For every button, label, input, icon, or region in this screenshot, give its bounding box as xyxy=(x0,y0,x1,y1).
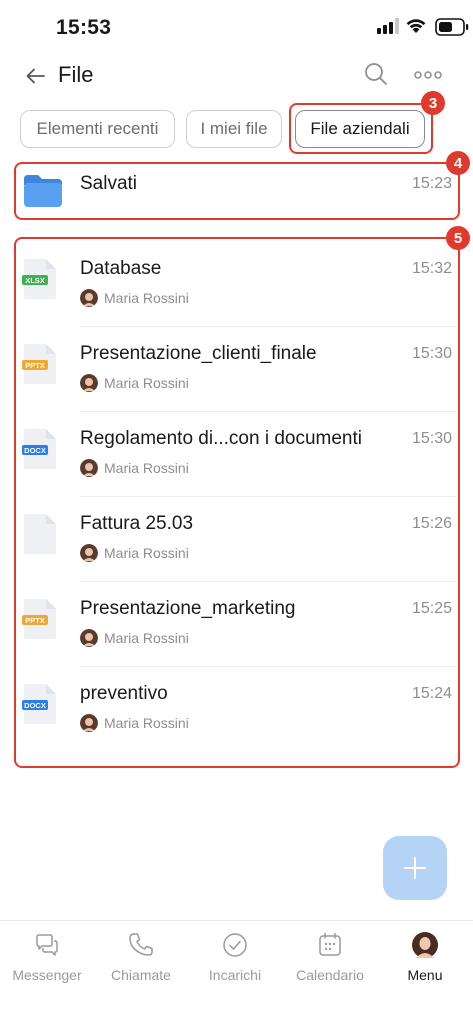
avatar xyxy=(80,544,98,562)
callout-badge-5: 5 xyxy=(446,226,470,250)
callout-badge-4: 4 xyxy=(446,151,470,175)
plus-icon xyxy=(404,857,426,879)
file-list: XLSX Database 15:32 Maria Rossini PPTX P… xyxy=(20,242,456,752)
file-row[interactable]: DOCX Regolamento di...con i documenti 15… xyxy=(20,412,456,497)
tab-recent-items[interactable]: Elementi recenti xyxy=(20,110,175,148)
docx-file-icon: DOCX xyxy=(22,684,56,724)
file-owner: Maria Rossini xyxy=(80,288,189,308)
header: File xyxy=(0,56,473,100)
owner-name: Maria Rossini xyxy=(104,630,189,646)
folder-icon xyxy=(24,175,62,207)
calendar-icon xyxy=(319,932,341,956)
file-name: Presentazione_marketing xyxy=(80,598,296,619)
svg-text:PPTX: PPTX xyxy=(25,361,45,370)
messenger-icon xyxy=(36,934,58,956)
nav-messenger[interactable]: Messenger xyxy=(0,931,94,991)
nav-calendar[interactable]: Calendario xyxy=(283,931,377,991)
battery-icon xyxy=(435,18,469,36)
svg-text:PPTX: PPTX xyxy=(25,616,45,625)
nav-calls[interactable]: Chiamate xyxy=(94,931,188,991)
tab-company-files[interactable]: File aziendali xyxy=(295,110,425,148)
file-name: Presentazione_clienti_finale xyxy=(80,343,317,364)
nav-label: Incarichi xyxy=(208,967,262,983)
file-row[interactable]: PPTX Presentazione_clienti_finale 15:30 … xyxy=(20,327,456,412)
bottom-nav: Messenger Chiamate Incarichi Calendario … xyxy=(0,920,473,1024)
nav-menu[interactable]: Menu xyxy=(378,931,472,991)
file-time: 15:25 xyxy=(411,600,452,617)
search-button[interactable] xyxy=(362,60,390,88)
file-time: 15:30 xyxy=(411,430,452,447)
page-title: File xyxy=(58,62,94,87)
file-row[interactable]: DOCX preventivo 15:24 Maria Rossini xyxy=(20,667,456,752)
owner-name: Maria Rossini xyxy=(104,290,189,306)
file-row[interactable]: Fattura 25.03 15:26 Maria Rossini xyxy=(20,497,456,582)
file-owner: Maria Rossini xyxy=(80,713,189,733)
pptx-file-icon: PPTX xyxy=(22,599,56,639)
wifi-icon xyxy=(406,19,426,33)
avatar xyxy=(80,714,98,732)
arrow-left-icon xyxy=(26,68,45,84)
file-owner: Maria Rossini xyxy=(80,458,189,478)
file-row[interactable]: XLSX Database 15:32 Maria Rossini xyxy=(20,242,456,327)
avatar xyxy=(80,629,98,647)
svg-text:DOCX: DOCX xyxy=(24,446,46,455)
folder-time: 15:23 xyxy=(411,175,452,192)
docx-file-icon: DOCX xyxy=(22,429,56,469)
nav-tasks[interactable]: Incarichi xyxy=(188,931,282,991)
svg-text:DOCX: DOCX xyxy=(24,701,46,710)
file-time: 15:24 xyxy=(411,685,452,702)
file-time: 15:32 xyxy=(411,260,452,277)
svg-text:XLSX: XLSX xyxy=(25,276,45,285)
avatar-icon xyxy=(412,932,438,958)
file-owner: Maria Rossini xyxy=(80,628,189,648)
nav-label: Chiamate xyxy=(111,967,171,983)
owner-name: Maria Rossini xyxy=(104,715,189,731)
nav-label: Messenger xyxy=(12,967,82,983)
file-name: Fattura 25.03 xyxy=(80,513,194,534)
file-owner: Maria Rossini xyxy=(80,373,189,393)
file-name: Regolamento di...con i documenti xyxy=(80,428,362,449)
status-bar: 15:53 xyxy=(0,0,473,56)
folder-row-saved[interactable]: Salvati 15:23 xyxy=(20,165,456,217)
search-icon xyxy=(365,63,387,85)
add-button[interactable] xyxy=(383,836,447,900)
file-owner: Maria Rossini xyxy=(80,543,189,563)
nav-label: Menu xyxy=(407,967,443,983)
more-options-button[interactable] xyxy=(413,64,443,84)
file-time: 15:26 xyxy=(411,515,452,532)
back-button[interactable] xyxy=(22,62,50,90)
file-row[interactable]: PPTX Presentazione_marketing 15:25 Maria… xyxy=(20,582,456,667)
file-name: Database xyxy=(80,258,162,279)
owner-name: Maria Rossini xyxy=(104,375,189,391)
file-time: 15:30 xyxy=(411,345,452,362)
filter-tabs: Elementi recenti I miei file File aziend… xyxy=(0,110,473,152)
file-name: preventivo xyxy=(80,683,168,704)
avatar xyxy=(80,459,98,477)
callout-badge-3: 3 xyxy=(421,91,445,115)
signal-icon xyxy=(377,18,399,34)
phone-icon xyxy=(129,933,153,956)
status-time: 15:53 xyxy=(56,16,112,39)
owner-name: Maria Rossini xyxy=(104,460,189,476)
more-dots-icon xyxy=(414,71,442,79)
xlsx-file-icon: XLSX xyxy=(22,259,56,299)
tab-my-files[interactable]: I miei file xyxy=(186,110,282,148)
check-circle-icon xyxy=(223,933,247,957)
avatar xyxy=(80,289,98,307)
avatar xyxy=(80,374,98,392)
folder-name: Salvati xyxy=(80,173,138,194)
nav-label: Calendario xyxy=(296,967,364,983)
pptx-file-icon: PPTX xyxy=(22,344,56,384)
generic-file-icon xyxy=(24,514,56,554)
owner-name: Maria Rossini xyxy=(104,545,189,561)
